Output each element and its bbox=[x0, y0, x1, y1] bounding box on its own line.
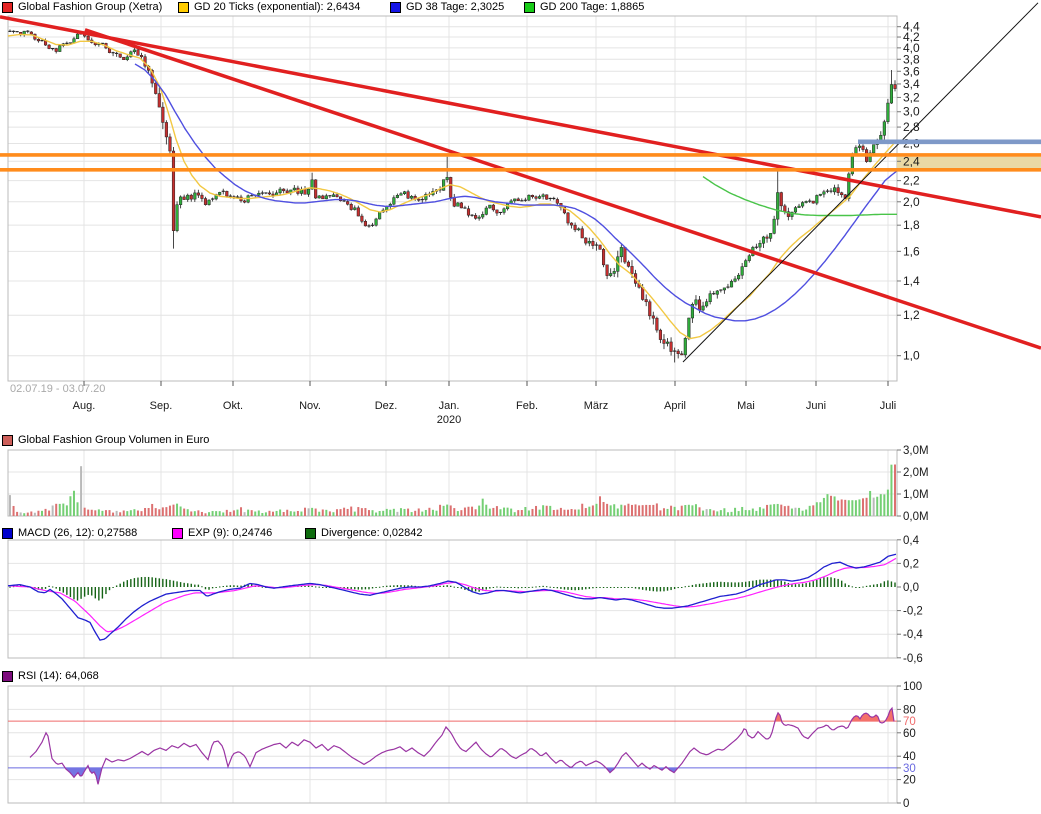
svg-text:1,6: 1,6 bbox=[903, 244, 920, 258]
legend-gd38-label: GD 38 Tage: 2,3025 bbox=[406, 1, 504, 13]
moving-averages bbox=[8, 34, 897, 338]
axis-labels: 4,44,24,03,83,63,43,23,02,82,62,42,22,01… bbox=[73, 20, 929, 810]
legend-exp: EXP (9): 0,24746 bbox=[172, 527, 272, 539]
candles bbox=[8, 29, 896, 362]
chart-graphics: 4,44,24,03,83,63,43,23,02,82,62,42,22,01… bbox=[0, 0, 1041, 814]
svg-text:20: 20 bbox=[903, 775, 916, 787]
svg-text:0: 0 bbox=[903, 798, 909, 810]
gd20-swatch bbox=[178, 2, 189, 13]
svg-text:Mai: Mai bbox=[737, 400, 755, 412]
legend-macd-label: MACD (26, 12): 0,27588 bbox=[18, 527, 137, 539]
svg-text:Sep.: Sep. bbox=[150, 400, 173, 412]
uptrend-black bbox=[683, 3, 1038, 362]
exp-swatch bbox=[172, 528, 183, 539]
svg-text:2020: 2020 bbox=[437, 414, 461, 426]
legend-gd200-label: GD 200 Tage: 1,8865 bbox=[540, 1, 644, 13]
legend-main-price: Global Fashion Group (Xetra) bbox=[2, 1, 162, 13]
indicator-lines bbox=[8, 554, 897, 784]
legend-divergence-label: Divergence: 0,02842 bbox=[321, 527, 423, 539]
svg-text:1,0: 1,0 bbox=[903, 349, 920, 363]
svg-text:Okt.: Okt. bbox=[223, 400, 243, 412]
legend-divergence: Divergence: 0,02842 bbox=[305, 527, 423, 539]
svg-text:3,0: 3,0 bbox=[903, 105, 920, 119]
divergence-swatch bbox=[305, 528, 316, 539]
rsi-pane bbox=[8, 686, 897, 803]
svg-text:0,4: 0,4 bbox=[903, 535, 920, 547]
svg-text:-0,6: -0,6 bbox=[903, 653, 923, 665]
volume-pane bbox=[8, 450, 897, 516]
legend-gd20-label: GD 20 Ticks (exponential): 2,6434 bbox=[194, 1, 360, 13]
svg-text:0,2: 0,2 bbox=[903, 558, 919, 570]
svg-text:2,8: 2,8 bbox=[903, 120, 920, 134]
svg-text:100: 100 bbox=[903, 681, 922, 693]
svg-text:2,0M: 2,0M bbox=[903, 467, 929, 479]
macd-pane bbox=[8, 540, 897, 658]
svg-text:Dez.: Dez. bbox=[375, 400, 398, 412]
macd-swatch bbox=[2, 528, 13, 539]
legend-gd200: GD 200 Tage: 1,8865 bbox=[524, 1, 644, 13]
legend-price-label: Global Fashion Group (Xetra) bbox=[18, 1, 162, 13]
trend-lines bbox=[0, 3, 1041, 362]
svg-text:3,4: 3,4 bbox=[903, 77, 920, 91]
legend-exp-label: EXP (9): 0,24746 bbox=[188, 527, 272, 539]
legend-volume: Global Fashion Group Volumen in Euro bbox=[2, 434, 209, 446]
svg-text:Jan.: Jan. bbox=[439, 400, 460, 412]
svg-text:Nov.: Nov. bbox=[299, 400, 321, 412]
svg-text:1,0M: 1,0M bbox=[903, 489, 929, 501]
svg-text:2,0: 2,0 bbox=[903, 195, 920, 209]
svg-text:1,2: 1,2 bbox=[903, 308, 920, 322]
gd200-swatch bbox=[524, 2, 535, 13]
svg-text:Juni: Juni bbox=[806, 400, 826, 412]
rsi-swatch bbox=[2, 671, 13, 682]
legend-gd38: GD 38 Tage: 2,3025 bbox=[390, 1, 504, 13]
svg-text:April: April bbox=[664, 400, 686, 412]
svg-text:3,0M: 3,0M bbox=[903, 445, 929, 457]
legend-gd20: GD 20 Ticks (exponential): 2,6434 bbox=[178, 1, 360, 13]
svg-text:1,4: 1,4 bbox=[903, 274, 920, 288]
legend-macd: MACD (26, 12): 0,27588 bbox=[2, 527, 137, 539]
date-range-label: 02.07.19 - 03.07.20 bbox=[10, 383, 105, 395]
svg-text:0,0M: 0,0M bbox=[903, 511, 929, 523]
svg-text:2,4: 2,4 bbox=[903, 154, 920, 168]
svg-text:Feb.: Feb. bbox=[516, 400, 538, 412]
svg-text:0,0: 0,0 bbox=[903, 582, 919, 594]
macd-histogram bbox=[9, 577, 895, 601]
legend-volume-label: Global Fashion Group Volumen in Euro bbox=[18, 434, 209, 446]
price-series-swatch bbox=[2, 2, 13, 13]
svg-text:-0,2: -0,2 bbox=[903, 606, 923, 618]
volume-swatch bbox=[2, 435, 13, 446]
svg-text:40: 40 bbox=[903, 751, 916, 763]
svg-text:Aug.: Aug. bbox=[73, 400, 96, 412]
svg-text:-0,4: -0,4 bbox=[903, 629, 923, 641]
gd38-swatch bbox=[390, 2, 401, 13]
svg-text:80: 80 bbox=[903, 704, 916, 716]
legend-rsi: RSI (14): 64,068 bbox=[2, 670, 99, 682]
svg-text:März: März bbox=[584, 400, 608, 412]
svg-text:60: 60 bbox=[903, 728, 916, 740]
svg-text:30: 30 bbox=[903, 763, 916, 775]
svg-text:Juli: Juli bbox=[880, 400, 897, 412]
legend-rsi-label: RSI (14): 64,068 bbox=[18, 670, 99, 682]
svg-text:3,2: 3,2 bbox=[903, 90, 920, 104]
svg-text:2,2: 2,2 bbox=[903, 174, 920, 188]
svg-text:1,8: 1,8 bbox=[903, 218, 920, 232]
downtrend-major bbox=[0, 17, 1041, 217]
stock-chart-canvas: 4,44,24,03,83,63,43,23,02,82,62,42,22,01… bbox=[0, 0, 1041, 814]
svg-text:70: 70 bbox=[903, 716, 916, 728]
